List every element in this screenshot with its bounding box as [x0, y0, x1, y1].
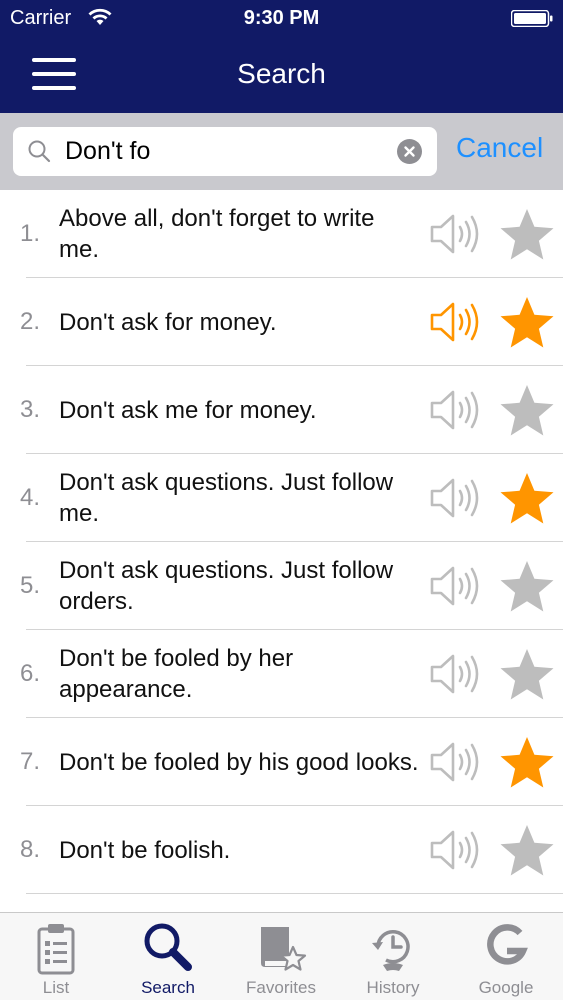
- status-bar: Carrier 9:30 PM: [0, 0, 563, 36]
- row-number: 2.: [20, 308, 41, 335]
- clear-icon[interactable]: [397, 139, 422, 164]
- row-number: 4.: [20, 484, 41, 511]
- search-field[interactable]: [13, 127, 437, 176]
- speaker-icon[interactable]: [428, 652, 488, 696]
- star-icon[interactable]: [498, 295, 556, 351]
- search-input[interactable]: [65, 134, 385, 168]
- list-item[interactable]: 1. Above all, don't forget to write me.: [0, 190, 563, 278]
- book-star-icon: [261, 927, 307, 971]
- star-icon[interactable]: [498, 471, 556, 527]
- google-g-icon: [487, 924, 528, 965]
- phrase-text: Don't ask questions. Just follow me.: [59, 469, 394, 527]
- list-item[interactable]: 3. Don't ask me for money.: [0, 366, 563, 454]
- battery-icon: [511, 10, 553, 27]
- speaker-icon[interactable]: [428, 476, 488, 520]
- star-icon[interactable]: [498, 383, 556, 439]
- tab-favorites[interactable]: Favorites: [225, 913, 337, 1000]
- speaker-icon[interactable]: [428, 828, 488, 872]
- list-item[interactable]: 6. Don't be fooled by her appearance.: [0, 630, 563, 718]
- tab-history[interactable]: History: [337, 913, 449, 1000]
- search-bar: Cancel: [0, 113, 563, 190]
- nav-bar: Search: [0, 36, 563, 113]
- tab-search[interactable]: Search: [112, 913, 224, 1000]
- tab-label: History: [366, 978, 420, 997]
- tab-bar: List Search Favorites History Google: [0, 912, 563, 1000]
- cancel-button[interactable]: Cancel: [456, 132, 543, 164]
- star-icon[interactable]: [498, 735, 556, 791]
- page-title: Search: [237, 58, 326, 89]
- header: Carrier 9:30 PM Search: [0, 0, 563, 113]
- row-number: 7.: [20, 748, 41, 775]
- speaker-icon[interactable]: [428, 740, 488, 784]
- tab-google[interactable]: Google: [450, 913, 562, 1000]
- history-clock-icon: [372, 930, 410, 971]
- row-number: 3.: [20, 396, 41, 423]
- list-item[interactable]: 5. Don't ask questions. Just follow orde…: [0, 542, 563, 630]
- speaker-icon[interactable]: [428, 300, 488, 344]
- row-divider: [26, 893, 563, 894]
- speaker-icon[interactable]: [428, 212, 488, 256]
- speaker-icon[interactable]: [428, 564, 488, 608]
- search-icon: [28, 140, 51, 163]
- star-icon[interactable]: [498, 207, 556, 263]
- phrase-text: Don't be fooled by his good looks.: [59, 748, 419, 776]
- phrase-text: Don't ask questions. Just follow orders.: [59, 557, 394, 615]
- list-item[interactable]: 2. Don't ask for money.: [0, 278, 563, 366]
- star-icon[interactable]: [498, 647, 556, 703]
- star-icon[interactable]: [498, 559, 556, 615]
- phrase-text: Don't ask for money.: [59, 308, 277, 336]
- row-number: 5.: [20, 572, 41, 599]
- speaker-icon[interactable]: [428, 388, 488, 432]
- list-item[interactable]: 4. Don't ask questions. Just follow me.: [0, 454, 563, 542]
- tab-label: Favorites: [246, 978, 316, 997]
- list-item[interactable]: 8. Don't be foolish.: [0, 806, 563, 894]
- list-item[interactable]: 7. Don't be fooled by his good looks.: [0, 718, 563, 806]
- star-icon[interactable]: [498, 823, 556, 879]
- tab-label: List: [42, 978, 70, 997]
- row-number: 6.: [20, 660, 41, 687]
- row-number: 1.: [20, 220, 41, 247]
- row-number: 8.: [20, 836, 41, 863]
- phrase-text: Don't be foolish.: [59, 836, 231, 864]
- phrase-text: Don't ask me for money.: [59, 396, 317, 424]
- tab-list[interactable]: List: [0, 913, 112, 1000]
- search-icon: [144, 923, 192, 971]
- tab-label: Google: [478, 978, 534, 997]
- phrase-text: Don't be fooled by her appearance.: [59, 645, 294, 703]
- phrase-text: Above all, don't forget to write me.: [59, 205, 375, 263]
- clipboard-list-icon: [37, 924, 75, 975]
- status-time: 9:30 PM: [243, 7, 320, 29]
- tab-label: Search: [141, 978, 195, 997]
